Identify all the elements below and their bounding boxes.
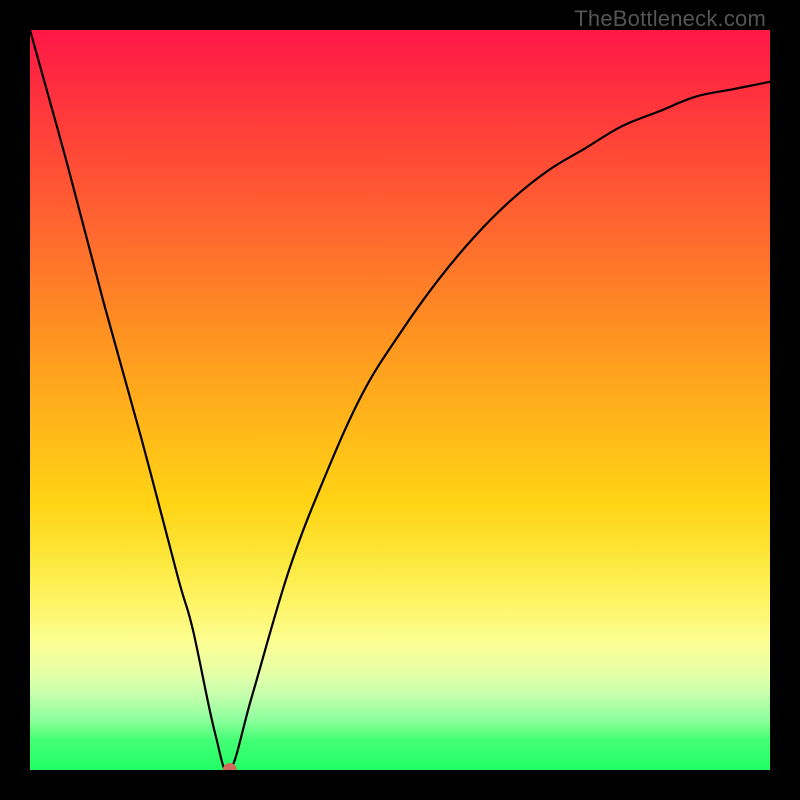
minimum-marker xyxy=(223,763,237,770)
watermark-text: TheBottleneck.com xyxy=(574,6,766,32)
plot-area xyxy=(30,30,770,770)
bottleneck-curve-path xyxy=(30,30,770,770)
bottleneck-curve-svg xyxy=(30,30,770,770)
chart-frame: TheBottleneck.com xyxy=(0,0,800,800)
